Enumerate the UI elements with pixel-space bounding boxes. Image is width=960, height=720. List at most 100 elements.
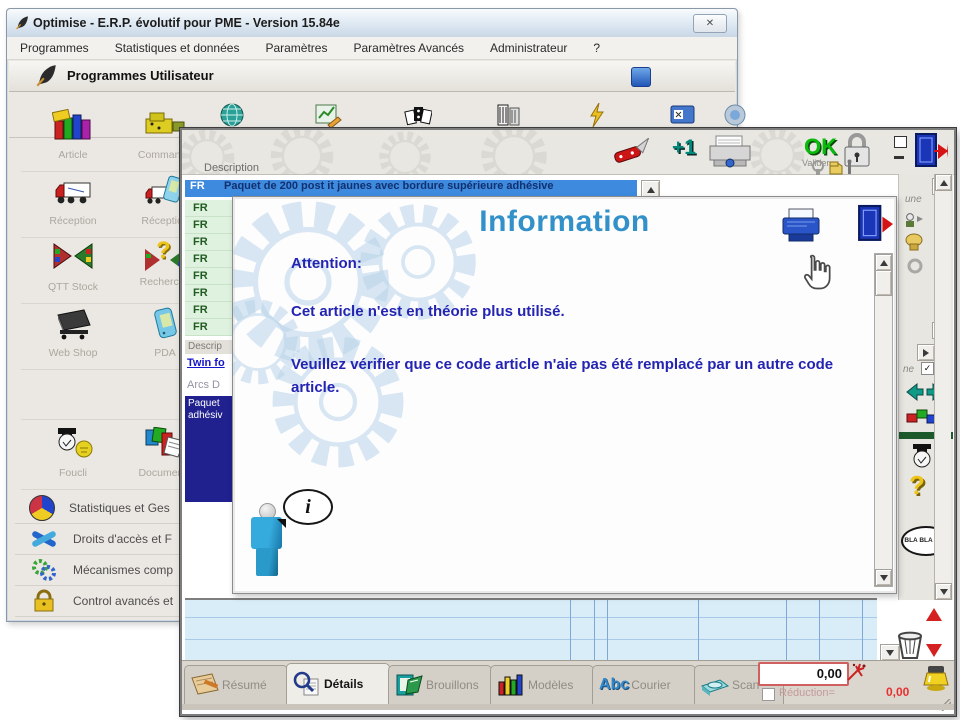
scrollbar-up-button[interactable] [935, 174, 952, 191]
globe2-icon[interactable] [721, 101, 749, 129]
question-glyph: ? [156, 237, 171, 264]
foucli-icon [58, 428, 93, 458]
screen: Optimise - E.R.P. évolutif pour PME - Ve… [0, 0, 960, 720]
detail-scrollbar[interactable] [934, 174, 952, 600]
ring-icon[interactable] [907, 258, 923, 274]
program-label: Article [58, 149, 88, 161]
tab-label: Scan [732, 678, 760, 692]
section-header: Programmes Utilisateur [9, 61, 735, 92]
lock-icon [34, 589, 54, 612]
menu-help[interactable]: ? [580, 41, 613, 55]
program-label: Foucli [58, 467, 87, 479]
dialog-scroll-up[interactable] [875, 254, 892, 271]
panel-right-button[interactable] [917, 344, 935, 361]
globe-icon[interactable] [218, 101, 246, 129]
program-reception1[interactable]: Réception [27, 171, 119, 237]
tab-label: Modèles [528, 678, 574, 692]
menu-parametres[interactable]: Paramètres [252, 41, 340, 55]
dialog-scroll-thumb[interactable] [875, 270, 892, 296]
scrollbar-down-button[interactable] [935, 583, 952, 600]
program-web-shop[interactable]: Web Shop [27, 303, 119, 369]
firework-icon [847, 663, 866, 681]
trash-icon[interactable] [896, 630, 924, 660]
checkbox-checked[interactable]: ✓ [921, 362, 934, 375]
folder-user-icons[interactable] [810, 158, 876, 176]
tab-brouillons[interactable]: Brouillons [388, 665, 492, 704]
article-icon [51, 108, 91, 140]
group-label: Control avancés et [73, 594, 174, 608]
close-icon[interactable]: ✕ [693, 14, 727, 33]
pie-icon [29, 495, 55, 521]
tab-resume[interactable]: Résumé [184, 665, 288, 704]
program-label: Web Shop [48, 347, 98, 359]
text-fragment: une [905, 194, 922, 205]
mini-user-icon[interactable] [903, 212, 925, 228]
tab-label: Courier [631, 678, 671, 692]
red-up-arrow[interactable] [926, 608, 942, 621]
lamp-icon[interactable] [922, 664, 950, 696]
selected-description-row[interactable]: FR Paquet de 200 post it jaunes avec bor… [185, 180, 637, 197]
details-icon [293, 671, 319, 696]
lightning-icon[interactable] [584, 101, 612, 129]
dialog-line2: Veuillez vérifier que ce code article n'… [291, 356, 834, 397]
red-down-arrow[interactable] [926, 644, 942, 657]
title-bar[interactable]: Optimise - E.R.P. évolutif pour PME - Ve… [7, 9, 737, 38]
minimize-icon[interactable] [894, 156, 904, 159]
columns-icon[interactable] [494, 101, 522, 129]
exit-door-icon[interactable] [914, 132, 948, 170]
info-bubble-icon: i [283, 489, 333, 525]
header-badge-icon[interactable] [631, 67, 651, 87]
program-article[interactable]: Article [27, 105, 119, 171]
dialog-attention: Attention: [291, 255, 362, 272]
gear-watermark [481, 130, 547, 174]
chart-edit-icon[interactable] [314, 101, 342, 129]
knob-icon[interactable] [905, 232, 923, 252]
menu-programmes[interactable]: Programmes [7, 41, 102, 55]
info-assistant: i [247, 489, 333, 583]
tab-label: Résumé [222, 678, 267, 692]
tab-courier[interactable]: Abc Courier [592, 665, 696, 704]
page-title: Programmes Utilisateur [67, 68, 214, 83]
tab-label: Détails [324, 677, 364, 691]
program-qtt-stock[interactable]: QTT Stock [27, 237, 119, 303]
amount-field[interactable]: 0,00 [758, 662, 849, 686]
selected-description-text: Paquet de 200 post it jaunes avec bordur… [224, 180, 554, 192]
modeles-icon [498, 674, 523, 696]
print-icon[interactable] [706, 134, 754, 170]
ok-button[interactable]: OK [804, 134, 837, 160]
program-foucli[interactable]: Foucli [27, 423, 119, 489]
truck-icon [55, 182, 91, 204]
plus-one-icon[interactable]: +1 [672, 136, 696, 160]
line-grid[interactable] [185, 598, 877, 662]
gear-watermark [270, 130, 334, 174]
scan-icon [700, 679, 730, 696]
menu-administrateur[interactable]: Administrateur [477, 41, 580, 55]
program-label: QTT Stock [48, 281, 98, 293]
menu-statistiques[interactable]: Statistiques et données [102, 41, 253, 55]
dialog-scrollbar[interactable] [874, 253, 893, 587]
lang-cell: FR [190, 180, 205, 192]
tools-icon [32, 531, 56, 547]
reduction-label: Réduction= [779, 687, 835, 699]
dialog-exit-door-icon[interactable] [857, 203, 893, 245]
resume-icon [191, 673, 219, 695]
restore-icon[interactable] [894, 136, 907, 148]
dialog-scroll-down[interactable] [875, 569, 892, 586]
dialog-print-icon[interactable] [779, 207, 823, 245]
menu-bar: Programmes Statistiques et données Param… [7, 37, 737, 60]
program-label: Réception [49, 215, 97, 227]
tab-label: Brouillons [426, 678, 479, 692]
web-shop-icon [57, 309, 91, 340]
brouillons-icon [396, 674, 423, 696]
question-mark-icon[interactable]: ? [909, 470, 925, 501]
dominoes-icon[interactable] [404, 101, 432, 129]
tab-details[interactable]: Détails [286, 663, 390, 704]
reduction-checkbox[interactable] [762, 688, 775, 701]
window-title: Optimise - E.R.P. évolutif pour PME - Ve… [33, 16, 340, 30]
card-icon[interactable] [669, 101, 697, 129]
swiss-knife-icon[interactable] [612, 138, 656, 166]
abc-icon: Abc [599, 676, 630, 693]
tab-modeles[interactable]: Modèles [490, 665, 594, 704]
quill-icon [36, 65, 56, 87]
menu-parametres-avances[interactable]: Paramètres Avancés [340, 41, 477, 55]
